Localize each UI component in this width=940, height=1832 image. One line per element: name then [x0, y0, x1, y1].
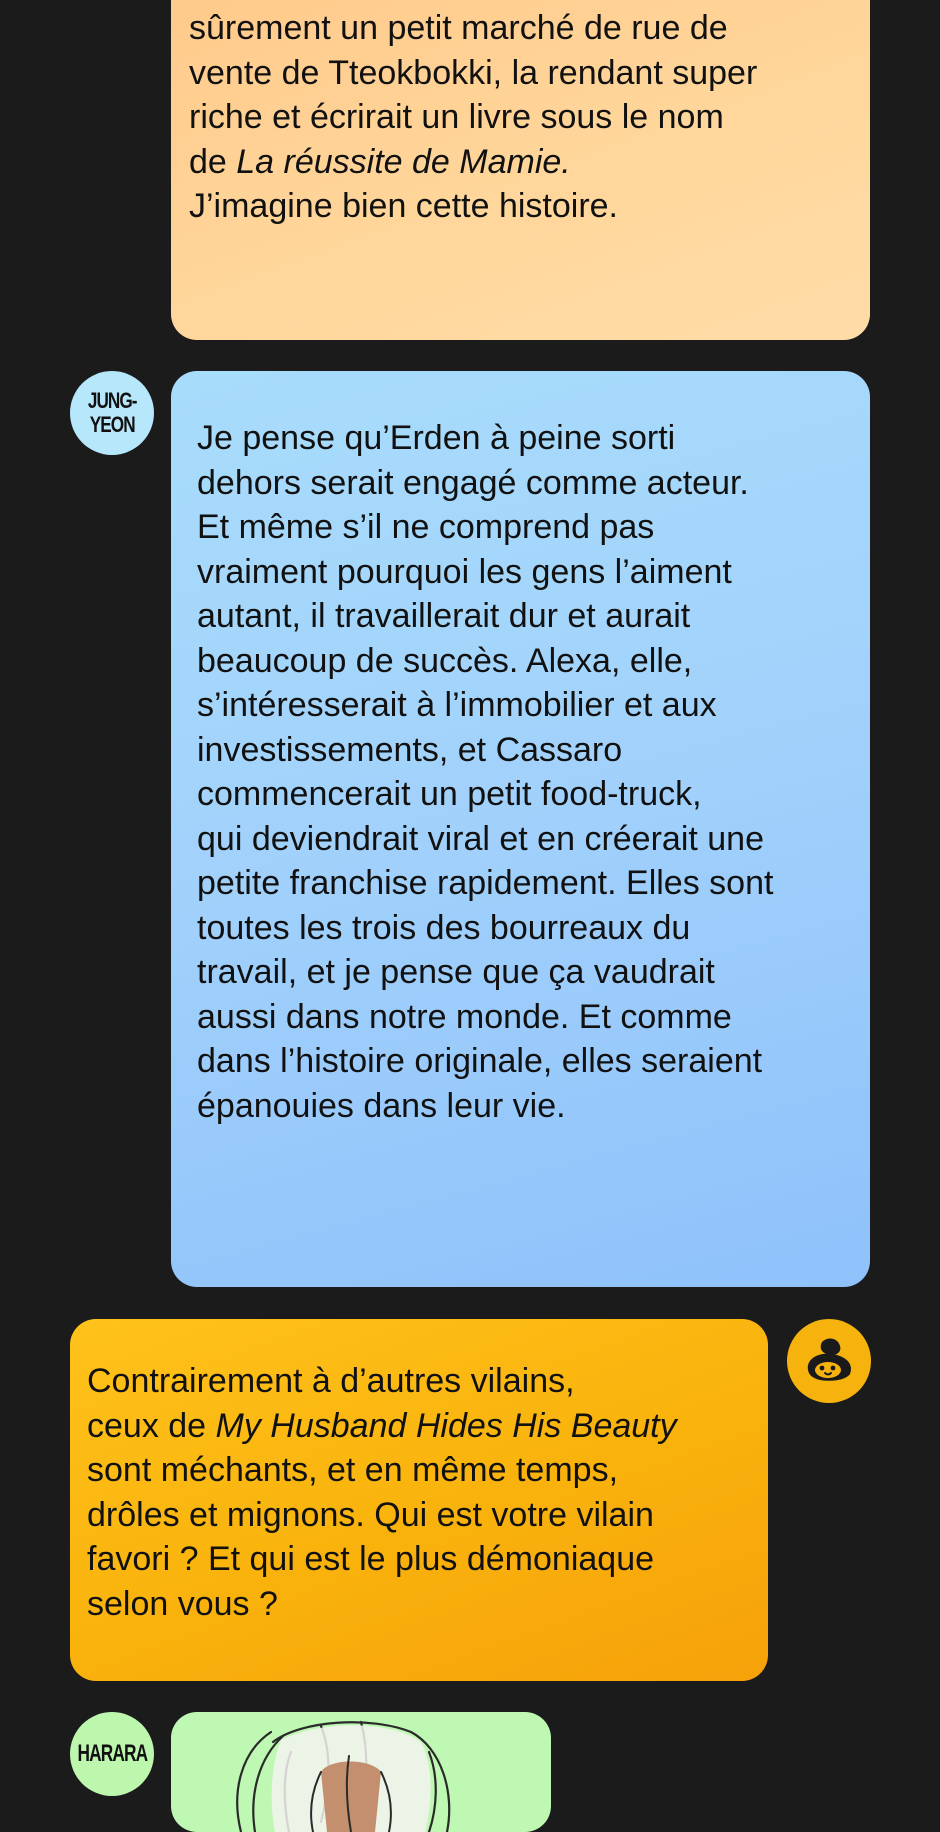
avatar-host[interactable]: [787, 1319, 871, 1403]
avatar-jungyeon[interactable]: JUNG- YEON: [70, 371, 154, 455]
character-illustration: [236, 1720, 451, 1832]
avatar-harara[interactable]: HARARA: [70, 1712, 154, 1796]
message-text: sûrement un petit marché de rue de vente…: [189, 9, 758, 225]
avatar-name: HARARA: [77, 1740, 148, 1767]
series-title: My Husband Hides His Beauty: [215, 1406, 677, 1445]
message-text: Je pense qu’Erden à peine sorti dehors s…: [197, 419, 774, 1125]
message-bubble-host: Contrairement à d’autres vilains, ceux d…: [70, 1319, 768, 1681]
avatar-name: JUNG- YEON: [87, 388, 138, 437]
message-bubble-top: sûrement un petit marché de rue de vente…: [171, 0, 870, 340]
bun-mascot-icon: [807, 1338, 852, 1381]
message-text: Contrairement à d’autres vilains, ceux d…: [87, 1362, 677, 1623]
message-bubble-harara: [171, 1712, 551, 1832]
message-bubble-jungyeon: Je pense qu’Erden à peine sorti dehors s…: [171, 371, 870, 1287]
book-title: La réussite de Mamie.: [236, 142, 571, 181]
